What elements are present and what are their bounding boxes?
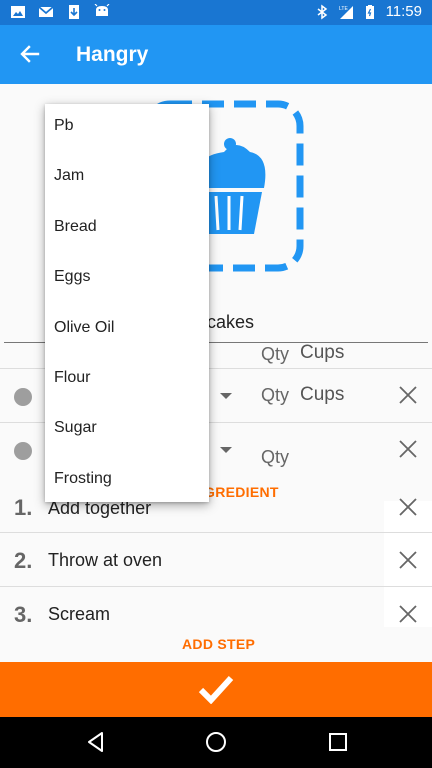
step-row: 3. Scream [0,586,432,639]
image-icon [11,6,25,18]
notification-icons [10,4,110,20]
dropdown-option[interactable]: Eggs [45,255,209,305]
svg-text:LTE: LTE [339,6,348,12]
quantity-field[interactable]: Qty [261,344,289,365]
remove-ingredient-icon[interactable] [396,383,420,407]
add-step-button[interactable]: ADD STEP [182,636,255,652]
dropdown-option[interactable]: Flour [45,356,209,406]
app-title: Hangry [76,43,149,66]
save-button[interactable] [0,662,432,717]
dropdown-option[interactable]: Bread [45,205,209,255]
drag-handle-icon[interactable] [14,442,32,460]
android-icon [94,4,110,16]
battery-icon [365,4,374,19]
app-bar: Hangry [0,25,432,84]
remove-step-icon[interactable] [396,495,420,519]
step-number: 3. [14,602,33,627]
unit-field[interactable]: Cups [300,384,344,406]
remove-step-area [384,587,432,627]
quantity-field[interactable]: Qty [261,385,289,406]
step-text[interactable]: Scream [48,604,110,625]
step-text[interactable]: Throw at oven [48,550,162,571]
remove-step-area [384,533,432,586]
back-arrow-icon[interactable] [18,42,42,66]
home-circle-icon[interactable] [204,730,228,754]
drag-handle-icon[interactable] [14,388,32,406]
dropdown-option[interactable]: Sugar [45,406,209,456]
chevron-down-icon[interactable] [220,447,232,453]
step-number: 1. [14,495,33,520]
download-icon [69,5,79,19]
dropdown-option[interactable]: Jam [45,154,209,204]
unit-field[interactable]: Cups [300,342,344,364]
ingredient-dropdown-menu: Pb Jam Bread Eggs Olive Oil Flour Sugar … [45,104,209,502]
clock: 11:59 [385,3,422,20]
dropdown-option[interactable]: Olive Oil [45,306,209,356]
bluetooth-icon [317,4,327,19]
quantity-field[interactable]: Qty [261,447,289,468]
lte-signal-icon: LTE [339,5,353,19]
gmail-icon [38,6,54,17]
add-ingredient-button[interactable]: GREDIENT [204,484,279,500]
step-number: 2. [14,548,33,573]
check-icon [198,675,234,704]
system-indicators: LTE 11:59 [314,3,422,20]
dropdown-option[interactable]: Pb [45,104,209,154]
recents-square-icon[interactable] [326,730,350,754]
back-triangle-icon[interactable] [84,730,108,754]
dropdown-option[interactable]: Frosting [45,457,209,507]
remove-step-icon[interactable] [396,602,420,626]
status-bar: LTE 11:59 [0,0,432,25]
step-row: 2. Throw at oven [0,532,432,586]
remove-step-icon[interactable] [396,548,420,572]
system-nav-bar [0,717,432,768]
chevron-down-icon[interactable] [220,393,232,399]
remove-ingredient-icon[interactable] [396,437,420,461]
